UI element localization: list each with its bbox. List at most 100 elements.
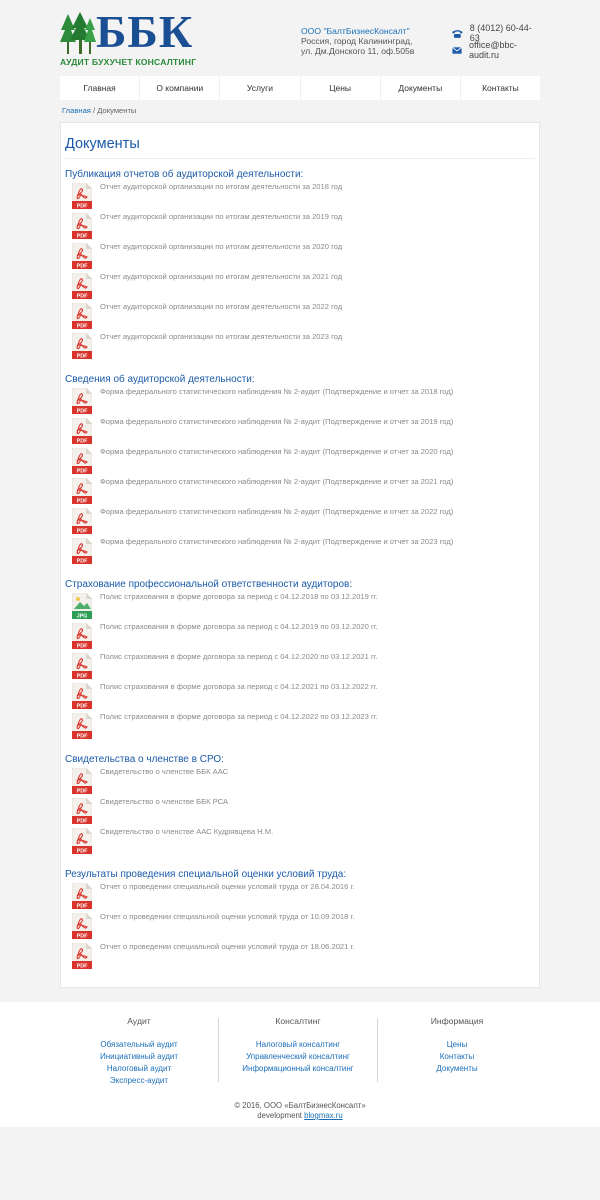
footer-link[interactable]: Экспресс-аудит bbox=[60, 1075, 218, 1087]
document-section: Результаты проведения специальной оценки… bbox=[65, 869, 535, 971]
document-link[interactable]: PDF Отчет аудиторской организации по итог… bbox=[65, 181, 535, 211]
file-type-label: PDF bbox=[77, 353, 88, 359]
footer-link[interactable]: Обязательный аудит bbox=[60, 1039, 218, 1051]
document-link[interactable]: PDF Отчет аудиторской организации по итог… bbox=[65, 271, 535, 301]
file-type-label: PDF bbox=[77, 293, 88, 299]
document-link[interactable]: PDF Полис страхования в форме договора за… bbox=[65, 681, 535, 711]
file-type-label: PDF bbox=[77, 323, 88, 329]
document-label: Отчет аудиторской организации по итогам … bbox=[100, 302, 343, 311]
file-type-label: PDF bbox=[77, 818, 88, 824]
footer-link[interactable]: Налоговый консалтинг bbox=[219, 1039, 377, 1051]
pdf-file-icon: PDF bbox=[72, 303, 92, 329]
pdf-file-icon: PDF bbox=[72, 388, 92, 414]
document-link[interactable]: PDF Отчет о проведении специальной оценки… bbox=[65, 911, 535, 941]
document-label: Отчет о проведении специальной оценки ус… bbox=[100, 912, 355, 921]
section-title: Результаты проведения специальной оценки… bbox=[65, 869, 347, 880]
footer-link[interactable]: Цены bbox=[378, 1039, 536, 1051]
document-link[interactable]: PDF Форма федерального статистического на… bbox=[65, 386, 535, 416]
document-link[interactable]: JPG Полис страхования в форме договора за… bbox=[65, 591, 535, 621]
document-label: Полис страхования в форме договора за пе… bbox=[100, 712, 378, 721]
email-row[interactable]: office@bbc-audit.ru bbox=[452, 40, 540, 60]
pdf-file-icon: PDF bbox=[72, 183, 92, 209]
site-footer: Аудит Обязательный аудит Инициативный ау… bbox=[0, 1002, 600, 1127]
document-link[interactable]: PDF Форма федерального статистического на… bbox=[65, 446, 535, 476]
document-link[interactable]: PDF Свидетельство о членстве ББК ААС bbox=[65, 766, 535, 796]
document-label: Отчет аудиторской организации по итогам … bbox=[100, 272, 343, 281]
nav-item-prices[interactable]: Цены bbox=[301, 76, 381, 100]
file-type-label: PDF bbox=[77, 643, 88, 649]
file-type-label: PDF bbox=[77, 263, 88, 269]
breadcrumb-home[interactable]: Главная bbox=[62, 106, 91, 115]
company-info: ООО "БалтБизнесКонсалт" Россия, город Ка… bbox=[301, 26, 414, 56]
pdf-file-icon: PDF bbox=[72, 623, 92, 649]
document-section: Страхование профессиональной ответственн… bbox=[65, 579, 535, 741]
document-label: Полис страхования в форме договора за пе… bbox=[100, 682, 378, 691]
footer-link[interactable]: Документы bbox=[378, 1063, 536, 1075]
document-label: Полис страхования в форме договора за пе… bbox=[100, 622, 378, 631]
file-type-label: PDF bbox=[77, 498, 88, 504]
document-link[interactable]: PDF Форма федерального статистического на… bbox=[65, 416, 535, 446]
nav-item-about[interactable]: О компании bbox=[140, 76, 221, 100]
pdf-file-icon: PDF bbox=[72, 913, 92, 939]
jpg-file-icon: JPG bbox=[72, 593, 92, 619]
phone-row[interactable]: 8 (4012) 60-44-63 bbox=[452, 23, 540, 43]
document-link[interactable]: PDF Отчет аудиторской организации по итог… bbox=[65, 331, 535, 361]
nav-item-home[interactable]: Главная bbox=[60, 76, 141, 100]
nav-item-services[interactable]: Услуги bbox=[220, 76, 301, 100]
document-link[interactable]: PDF Полис страхования в форме договора за… bbox=[65, 711, 535, 741]
company-name: ООО "БалтБизнесКонсалт" bbox=[301, 26, 410, 36]
document-link[interactable]: PDF Форма федерального статистического на… bbox=[65, 476, 535, 506]
pdf-file-icon: PDF bbox=[72, 478, 92, 504]
footer-col-title: Консалтинг bbox=[275, 1016, 321, 1026]
document-label: Форма федерального статистического наблю… bbox=[100, 387, 454, 396]
document-link[interactable]: PDF Полис страхования в форме договора за… bbox=[65, 621, 535, 651]
pdf-file-icon: PDF bbox=[72, 333, 92, 359]
document-link[interactable]: PDF Отчет о проведении специальной оценки… bbox=[65, 881, 535, 911]
document-label: Форма федерального статистического наблю… bbox=[100, 447, 454, 456]
document-link[interactable]: PDF Свидетельство о членстве ААС Кудрявце… bbox=[65, 826, 535, 856]
document-label: Отчет о проведении специальной оценки ус… bbox=[100, 882, 355, 891]
footer-link[interactable]: Налоговый аудит bbox=[60, 1063, 218, 1075]
document-link[interactable]: PDF Полис страхования в форме договора за… bbox=[65, 651, 535, 681]
section-title: Страхование профессиональной ответственн… bbox=[65, 579, 353, 590]
document-link[interactable]: PDF Форма федерального статистического на… bbox=[65, 506, 535, 536]
document-link[interactable]: PDF Форма федерального статистического на… bbox=[65, 536, 535, 566]
file-type-label: JPG bbox=[77, 613, 88, 619]
section-title: Публикация отчетов об аудиторской деятел… bbox=[65, 169, 304, 180]
section-title: Свидетельства о членстве в СРО: bbox=[65, 754, 224, 765]
document-label: Отчет аудиторской организации по итогам … bbox=[100, 182, 343, 191]
pdf-file-icon: PDF bbox=[72, 418, 92, 444]
footer-link[interactable]: Информационный консалтинг bbox=[219, 1063, 377, 1075]
file-type-label: PDF bbox=[77, 933, 88, 939]
pdf-file-icon: PDF bbox=[72, 653, 92, 679]
address-line-2: ул. Дм.Донского 11, оф.505в bbox=[301, 46, 415, 56]
developer-link[interactable]: blogmax.ru bbox=[304, 1111, 343, 1120]
footer-link[interactable]: Управленческий консалтинг bbox=[219, 1051, 377, 1063]
footer-col-title: Аудит bbox=[127, 1016, 151, 1026]
site-logo[interactable]: ББК АУДИТ БУХУЧЕТ КОНСАЛТИНГ bbox=[60, 6, 196, 68]
document-link[interactable]: PDF Отчет о проведении специальной оценки… bbox=[65, 941, 535, 971]
logo-text: ББК bbox=[96, 6, 194, 57]
document-link[interactable]: PDF Свидетельство о членстве ББК РСА bbox=[65, 796, 535, 826]
nav-item-documents[interactable]: Документы bbox=[381, 76, 461, 100]
document-link[interactable]: PDF Отчет аудиторской организации по итог… bbox=[65, 211, 535, 241]
document-label: Отчет аудиторской организации по итогам … bbox=[100, 212, 343, 221]
file-type-label: PDF bbox=[77, 733, 88, 739]
document-label: Свидетельство о членстве ААС Кудрявцева … bbox=[100, 827, 274, 836]
footer-link[interactable]: Инициативный аудит bbox=[60, 1051, 218, 1063]
nav-item-contacts[interactable]: Контакты bbox=[461, 76, 540, 100]
footer-link[interactable]: Контакты bbox=[378, 1051, 536, 1063]
file-type-label: PDF bbox=[77, 558, 88, 564]
pdf-file-icon: PDF bbox=[72, 828, 92, 854]
file-type-label: PDF bbox=[77, 468, 88, 474]
file-type-label: PDF bbox=[77, 903, 88, 909]
document-label: Форма федерального статистического наблю… bbox=[100, 507, 454, 516]
document-link[interactable]: PDF Отчет аудиторской организации по итог… bbox=[65, 241, 535, 271]
file-type-label: PDF bbox=[77, 788, 88, 794]
email-icon bbox=[452, 46, 462, 54]
file-type-label: PDF bbox=[77, 848, 88, 854]
footer-col-audit: Аудит Обязательный аудит Инициативный ау… bbox=[60, 1016, 218, 1087]
document-label: Полис страхования в форме договора за пе… bbox=[100, 652, 378, 661]
document-link[interactable]: PDF Отчет аудиторской организации по итог… bbox=[65, 301, 535, 331]
footer-col-info: Информация Цены Контакты Документы bbox=[378, 1016, 536, 1075]
